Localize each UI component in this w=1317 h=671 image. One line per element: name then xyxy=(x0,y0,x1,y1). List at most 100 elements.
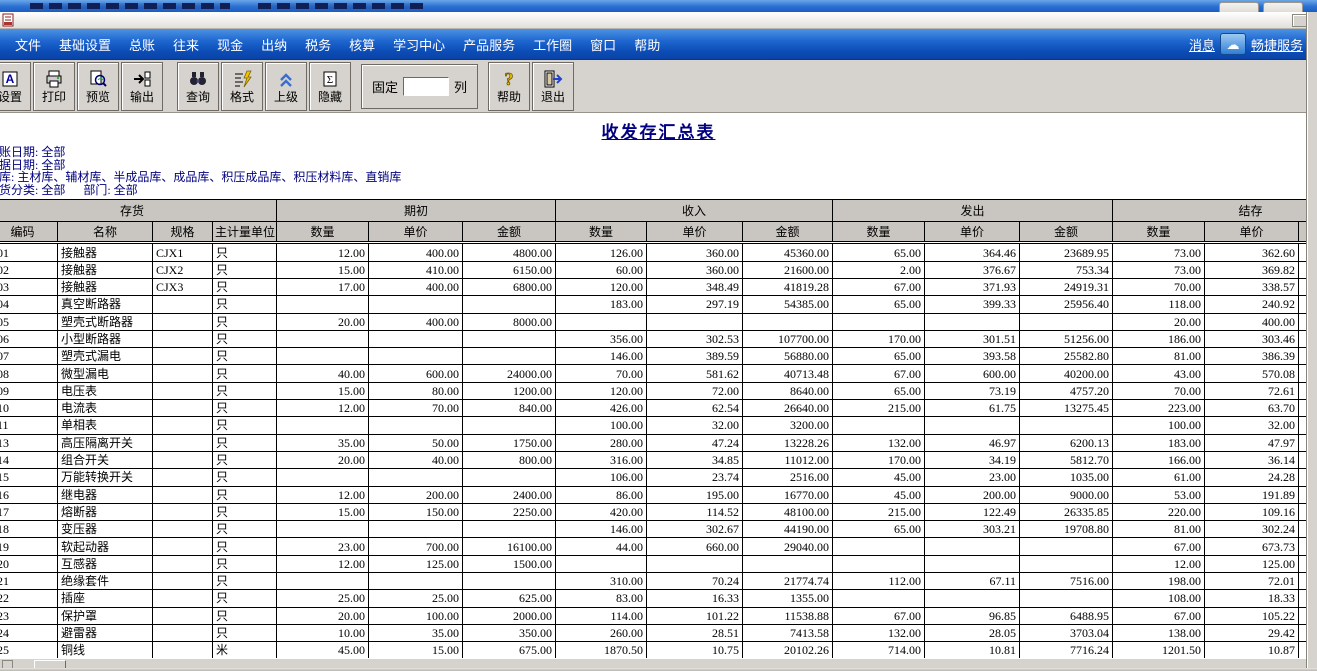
table-cell[interactable] xyxy=(153,382,213,399)
table-cell[interactable]: 400.00 xyxy=(369,278,463,295)
table-cell[interactable]: 19708.80 xyxy=(1020,521,1113,538)
table-cell[interactable] xyxy=(153,417,213,434)
help-button[interactable]: ?帮助 xyxy=(488,62,530,111)
table-cell[interactable]: 393.58 xyxy=(925,348,1020,365)
table-cell[interactable]: 215.00 xyxy=(833,400,925,417)
table-cell[interactable] xyxy=(153,607,213,624)
table-cell[interactable]: 56880.00 xyxy=(743,348,833,365)
table-cell[interactable] xyxy=(153,313,213,330)
table-cell[interactable]: 只 xyxy=(213,486,277,503)
table-cell[interactable]: 020 xyxy=(0,555,58,572)
table-cell[interactable]: 625.00 xyxy=(463,590,556,607)
table-cell[interactable]: 170.00 xyxy=(833,330,925,347)
table-cell[interactable]: 280.00 xyxy=(556,434,647,451)
column-header[interactable]: 数量 xyxy=(1113,222,1205,243)
table-cell[interactable]: 47.24 xyxy=(647,434,743,451)
table-cell[interactable] xyxy=(463,521,556,538)
table-cell[interactable] xyxy=(833,590,925,607)
table-cell[interactable] xyxy=(925,313,1020,330)
table-cell[interactable]: 67.00 xyxy=(1113,607,1205,624)
table-cell[interactable]: 48100.00 xyxy=(743,503,833,520)
table-cell[interactable]: CJX1 xyxy=(153,243,213,261)
menu-item-cashier[interactable]: 出纳 xyxy=(252,35,296,54)
table-cell[interactable]: 73.00 xyxy=(1113,261,1205,278)
table-cell[interactable] xyxy=(556,313,647,330)
table-cell[interactable] xyxy=(833,313,925,330)
column-header[interactable]: 单价 xyxy=(369,222,463,243)
table-cell[interactable]: 34.85 xyxy=(647,451,743,468)
table-cell[interactable]: 223.00 xyxy=(1113,400,1205,417)
table-cell[interactable]: 70.00 xyxy=(556,365,647,382)
table-cell[interactable]: 81.00 xyxy=(1113,348,1205,365)
table-cell[interactable]: 310.00 xyxy=(556,573,647,590)
table-cell[interactable]: 146.00 xyxy=(556,521,647,538)
table-cell[interactable]: 12.00 xyxy=(277,400,369,417)
table-cell[interactable]: 塑壳式漏电 xyxy=(58,348,153,365)
table-cell[interactable] xyxy=(925,555,1020,572)
menu-item-learning-center[interactable]: 学习中心 xyxy=(384,35,454,54)
table-cell[interactable]: 70.00 xyxy=(369,400,463,417)
table-cell[interactable]: 70.00 xyxy=(1113,382,1205,399)
column-header[interactable]: 名称 xyxy=(58,222,153,243)
table-cell[interactable]: 356.00 xyxy=(556,330,647,347)
table-cell[interactable]: 714.00 xyxy=(833,642,925,659)
table-cell[interactable] xyxy=(463,417,556,434)
menu-item-tax[interactable]: 税务 xyxy=(296,35,340,54)
menu-item-basic-settings[interactable]: 基础设置 xyxy=(50,35,120,54)
table-cell[interactable] xyxy=(463,469,556,486)
table-cell[interactable]: 200.00 xyxy=(369,486,463,503)
table-cell[interactable]: 35.00 xyxy=(277,434,369,451)
column-header[interactable]: 规格 xyxy=(153,222,213,243)
table-cell[interactable]: 20.00 xyxy=(277,451,369,468)
table-cell[interactable]: 只 xyxy=(213,400,277,417)
table-cell[interactable] xyxy=(1020,417,1113,434)
table-cell[interactable]: 302.67 xyxy=(647,521,743,538)
menu-item-work-circle[interactable]: 工作圈 xyxy=(524,35,581,54)
table-cell[interactable]: 电压表 xyxy=(58,382,153,399)
table-cell[interactable]: 25.00 xyxy=(369,590,463,607)
table-cell[interactable] xyxy=(153,590,213,607)
table-cell[interactable]: 125.00 xyxy=(369,555,463,572)
exit-button[interactable]: 退出 xyxy=(532,62,574,111)
column-header[interactable]: 编码 xyxy=(0,222,58,243)
table-cell[interactable]: 001 xyxy=(0,243,58,261)
table-cell[interactable]: 100.00 xyxy=(1113,417,1205,434)
table-cell[interactable]: 100.00 xyxy=(556,417,647,434)
table-cell[interactable]: 35.00 xyxy=(369,624,463,641)
table-cell[interactable]: 组合开关 xyxy=(58,451,153,468)
table-cell[interactable]: 7413.58 xyxy=(743,624,833,641)
table-cell[interactable]: 40.00 xyxy=(277,365,369,382)
table-cell[interactable]: 67.00 xyxy=(833,278,925,295)
table-cell[interactable]: 65.00 xyxy=(833,243,925,261)
table-cell[interactable] xyxy=(153,348,213,365)
table-cell[interactable]: 15.00 xyxy=(369,642,463,659)
table-cell[interactable] xyxy=(277,296,369,313)
table-cell[interactable]: 101.22 xyxy=(647,607,743,624)
table-cell[interactable] xyxy=(833,555,925,572)
table-cell[interactable]: 3200.00 xyxy=(743,417,833,434)
table-cell[interactable]: 1750.00 xyxy=(463,434,556,451)
table-cell[interactable]: 297.19 xyxy=(647,296,743,313)
table-cell[interactable]: 51256.00 xyxy=(1020,330,1113,347)
table-cell[interactable]: 150.00 xyxy=(369,503,463,520)
table-cell[interactable]: 118.00 xyxy=(1113,296,1205,313)
table-cell[interactable]: 021 xyxy=(0,573,58,590)
table-cell[interactable]: 10.75 xyxy=(647,642,743,659)
table-cell[interactable]: 67.00 xyxy=(833,365,925,382)
table-cell[interactable]: 67.00 xyxy=(1113,538,1205,555)
menu-item-product-services[interactable]: 产品服务 xyxy=(454,35,524,54)
table-cell[interactable]: 2000.00 xyxy=(463,607,556,624)
table-cell[interactable]: 44.00 xyxy=(556,538,647,555)
settings-button[interactable]: A设置 xyxy=(0,62,31,111)
table-cell[interactable]: 24.28 xyxy=(1205,469,1299,486)
table-cell[interactable]: 108.00 xyxy=(1113,590,1205,607)
table-cell[interactable]: CJX3 xyxy=(153,278,213,295)
table-cell[interactable]: 万能转换开关 xyxy=(58,469,153,486)
table-cell[interactable]: 45.00 xyxy=(277,642,369,659)
table-cell[interactable]: 67.11 xyxy=(925,573,1020,590)
table-cell[interactable] xyxy=(153,573,213,590)
table-cell[interactable]: 电流表 xyxy=(58,400,153,417)
table-cell[interactable]: 105.22 xyxy=(1205,607,1299,624)
table-cell[interactable]: 米 xyxy=(213,642,277,659)
table-cell[interactable]: 21600.00 xyxy=(743,261,833,278)
